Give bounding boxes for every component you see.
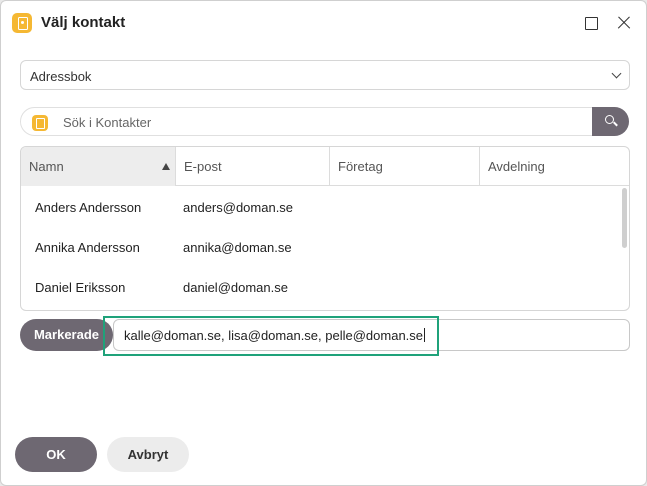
ok-button[interactable]: OK xyxy=(15,437,97,472)
text-caret xyxy=(424,328,426,342)
sort-ascending-icon xyxy=(162,163,170,170)
select-contact-dialog: Välj kontakt Adressbok Namn E-post Föret… xyxy=(0,0,647,486)
cell-name: Daniel Eriksson xyxy=(35,280,126,295)
column-header-email[interactable]: E-post xyxy=(176,147,330,186)
column-header-department[interactable]: Avdelning xyxy=(480,147,629,186)
contacts-table: Namn E-post Företag Avdelning Anders And… xyxy=(20,146,630,311)
maximize-icon[interactable] xyxy=(581,13,601,33)
dialog-title: Välj kontakt xyxy=(41,14,126,31)
addressbook-select-value: Adressbok xyxy=(30,69,92,84)
cell-email: daniel@doman.se xyxy=(183,280,288,295)
search-input[interactable] xyxy=(63,114,583,131)
address-book-icon xyxy=(12,13,32,33)
cell-email: annika@doman.se xyxy=(183,240,292,255)
selected-recipients-field[interactable]: kalle@doman.se, lisa@doman.se, pelle@dom… xyxy=(113,319,630,351)
column-header-company[interactable]: Företag xyxy=(330,147,480,186)
close-icon[interactable] xyxy=(614,13,634,33)
addressbook-select[interactable]: Adressbok xyxy=(20,60,630,90)
table-row[interactable]: Daniel Eriksson daniel@doman.se xyxy=(21,267,617,307)
contacts-icon xyxy=(32,115,48,131)
table-header: Namn E-post Företag Avdelning xyxy=(21,147,629,186)
table-row[interactable]: Anders Andersson anders@doman.se xyxy=(21,187,617,227)
cancel-button[interactable]: Avbryt xyxy=(107,437,189,472)
search-button[interactable] xyxy=(592,107,629,136)
title-bar: Välj kontakt xyxy=(1,1,646,45)
selected-recipients-value: kalle@doman.se, lisa@doman.se, pelle@dom… xyxy=(124,328,424,343)
chevron-down-icon xyxy=(611,68,622,79)
table-row[interactable]: Annika Andersson annika@doman.se xyxy=(21,227,617,267)
table-scrollbar[interactable] xyxy=(622,188,627,248)
cell-name: Anders Andersson xyxy=(35,200,142,215)
cell-name: Annika Andersson xyxy=(35,240,140,255)
cell-email: anders@doman.se xyxy=(183,200,294,215)
marked-button[interactable]: Markerade xyxy=(20,319,113,351)
search-bar xyxy=(20,107,629,136)
column-header-name[interactable]: Namn xyxy=(21,147,176,186)
